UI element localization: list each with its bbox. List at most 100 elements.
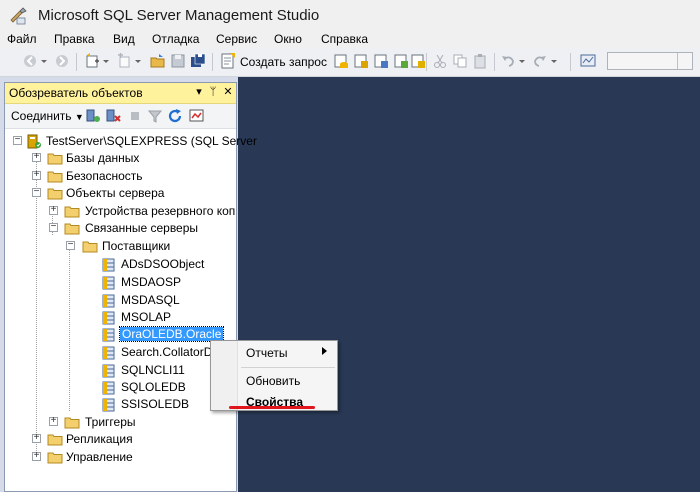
provider-item[interactable]: SQLNCLI11 — [5, 362, 235, 379]
expand-icon[interactable]: + — [32, 151, 41, 162]
folder-icon — [64, 417, 80, 429]
menu-item-refresh[interactable]: Обновить — [246, 374, 300, 388]
solution-config-icon[interactable] — [580, 53, 596, 69]
highlight-underline — [229, 406, 315, 409]
dax-query-icon[interactable] — [410, 53, 426, 69]
disconnect-icon[interactable] — [105, 108, 121, 124]
pin-icon[interactable]: ᛘ — [207, 85, 219, 99]
ssms-app-icon — [10, 7, 27, 25]
save-icon[interactable] — [170, 53, 186, 69]
close-icon[interactable]: ✕ — [222, 85, 234, 99]
provider-item-selected[interactable]: OraOLEDB.Oracle — [5, 326, 235, 343]
object-explorer-title: Обозреватель объектов — [9, 86, 143, 100]
cut-icon[interactable] — [432, 53, 448, 69]
provider-item[interactable]: MSDAOSP — [5, 274, 235, 291]
xmla-query-icon[interactable] — [393, 53, 409, 69]
submenu-arrow-icon — [322, 347, 327, 355]
provider-label: MSDASQL — [121, 293, 180, 307]
provider-icon — [102, 328, 115, 342]
dmx-query-icon[interactable] — [373, 53, 389, 69]
expand-icon[interactable]: + — [32, 169, 41, 180]
folder-icon — [47, 452, 63, 464]
copy-icon[interactable] — [452, 53, 468, 69]
add-item-dropdown-icon[interactable] — [134, 53, 142, 69]
menu-tools[interactable]: Сервис — [216, 32, 257, 46]
new-query-icon[interactable] — [220, 53, 236, 69]
menu-file[interactable]: Файл — [7, 32, 37, 46]
provider-icon — [102, 346, 115, 360]
provider-item[interactable]: SQLOLEDB — [5, 379, 235, 396]
menu-item-reports[interactable]: Отчеты — [246, 346, 287, 360]
menu-view[interactable]: Вид — [113, 32, 135, 46]
tree-node-backup-devices[interactable]: + Устройства резервного копи — [5, 203, 235, 220]
forward-icon[interactable] — [54, 53, 70, 69]
connect-server-icon[interactable] — [85, 108, 101, 124]
tree-node-management[interactable]: + Управление — [5, 449, 235, 466]
tree-node-security[interactable]: + Безопасность — [5, 168, 235, 185]
provider-item[interactable]: MSDASQL — [5, 292, 235, 309]
filter-icon[interactable] — [147, 108, 163, 124]
tree-node-linked-servers[interactable]: − Связанные серверы — [5, 220, 235, 237]
save-all-icon[interactable] — [190, 53, 206, 69]
collapse-icon[interactable]: − — [32, 186, 41, 197]
paste-icon[interactable] — [472, 53, 488, 69]
provider-label: MSDAOSP — [121, 275, 182, 289]
solution-config-combo[interactable] — [607, 52, 693, 70]
undo-dropdown-icon[interactable] — [518, 53, 526, 69]
expand-icon[interactable]: + — [32, 450, 41, 461]
connect-button[interactable]: Соединить ▼ — [11, 109, 84, 123]
collapse-icon[interactable]: − — [49, 221, 58, 232]
provider-label: SQLOLEDB — [121, 380, 186, 394]
db-query-icon[interactable] — [333, 53, 349, 69]
new-project-dropdown-icon[interactable] — [102, 53, 110, 69]
tree-node-label: Связанные серверы — [85, 221, 199, 235]
collapse-icon[interactable]: − — [13, 134, 22, 145]
provider-item[interactable]: MSOLAP — [5, 309, 235, 326]
redo-dropdown-icon[interactable] — [550, 53, 558, 69]
collapse-icon[interactable]: − — [66, 239, 75, 250]
provider-item[interactable]: SSISOLEDB — [5, 396, 235, 413]
provider-icon — [102, 276, 115, 290]
menu-edit[interactable]: Правка — [54, 32, 95, 46]
main-toolbar: Создать запрос — [0, 48, 700, 77]
tree-node-label: TestServer\SQLEXPRESS (SQL Server — [46, 134, 257, 148]
activity-monitor-icon[interactable] — [189, 108, 205, 124]
stop-icon[interactable] — [127, 108, 143, 124]
expand-icon[interactable]: + — [49, 415, 58, 426]
provider-label: SQLNCLI11 — [121, 363, 185, 377]
provider-item[interactable]: ADsDSOObject — [5, 256, 235, 273]
provider-item[interactable]: Search.CollatorD — [5, 344, 235, 361]
server-icon — [27, 134, 41, 149]
provider-icon — [102, 364, 115, 378]
provider-icon — [102, 294, 115, 308]
tree-node-server-objects[interactable]: − Объекты сервера — [5, 185, 235, 202]
tree-node-label: Триггеры — [85, 415, 136, 429]
refresh-icon[interactable] — [167, 108, 183, 124]
open-file-icon[interactable] — [150, 53, 166, 69]
back-dropdown-icon[interactable] — [40, 53, 48, 69]
expand-icon[interactable]: + — [32, 432, 41, 443]
tree-node-server[interactable]: − TestServer\SQLEXPRESS (SQL Server — [5, 133, 257, 150]
menu-help[interactable]: Справка — [321, 32, 368, 46]
redo-icon[interactable] — [532, 53, 548, 69]
folder-icon — [64, 223, 80, 235]
menu-debug[interactable]: Отладка — [152, 32, 199, 46]
mdx-query-icon[interactable] — [353, 53, 369, 69]
tree-node-triggers[interactable]: + Триггеры — [5, 414, 235, 431]
tree-node-replication[interactable]: + Репликация — [5, 431, 235, 448]
back-icon[interactable] — [22, 53, 38, 69]
new-project-icon[interactable] — [84, 53, 100, 69]
expand-icon[interactable]: + — [49, 204, 58, 215]
new-query-button[interactable]: Создать запрос — [240, 55, 327, 69]
tree-node-databases[interactable]: + Базы данных — [5, 150, 235, 167]
add-item-icon[interactable] — [116, 53, 132, 69]
provider-label: Search.CollatorD — [121, 345, 213, 359]
undo-icon[interactable] — [500, 53, 516, 69]
document-workspace — [238, 77, 700, 492]
tree-node-label: Базы данных — [66, 151, 140, 165]
panel-menu-icon[interactable]: ▾ — [193, 85, 205, 99]
menu-window[interactable]: Окно — [274, 32, 302, 46]
tree-node-label: Объекты сервера — [66, 186, 165, 200]
tree-node-providers[interactable]: − Поставщики — [5, 238, 235, 255]
tree-node-label: Поставщики — [102, 239, 171, 253]
